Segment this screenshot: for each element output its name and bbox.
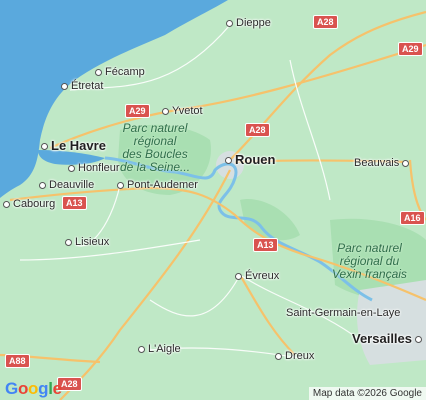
city-label-versailles[interactable]: Versailles [352, 331, 425, 346]
city-dot [41, 143, 48, 151]
city-name: Yvetot [172, 105, 203, 117]
park-label-line: de la Seine... [120, 160, 191, 174]
city-dot [68, 164, 75, 172]
city-label-honfleur[interactable]: Honfleur [65, 162, 120, 174]
city-label-deauville[interactable]: Deauville [36, 179, 94, 191]
city-name: Fécamp [105, 66, 145, 78]
city-dot [95, 68, 102, 76]
city-dot [226, 19, 233, 27]
park-label-vexin[interactable]: Parc naturel régional du Vexin français [332, 242, 407, 281]
city-label-dreux[interactable]: Dreux [272, 350, 314, 362]
park-label-boucles-seine[interactable]: Parc naturel régional des Boucles de la … [120, 122, 190, 174]
city-dot [117, 181, 124, 189]
city-label-le-havre[interactable]: Le Havre [38, 138, 106, 153]
city-name: Le Havre [51, 138, 106, 153]
road-a28-north [229, 10, 426, 161]
city-dot [3, 200, 10, 208]
road-shield-a29: A29 [125, 104, 150, 118]
city-dot [61, 82, 68, 90]
city-name: Dieppe [236, 17, 271, 29]
road-shield-a28: A28 [313, 15, 338, 29]
city-label-lisieux[interactable]: Lisieux [62, 236, 109, 248]
city-dot [225, 157, 232, 165]
city-label-cabourg[interactable]: Cabourg [0, 198, 55, 210]
city-label-yvetot[interactable]: Yvetot [159, 105, 203, 117]
paris-suburbs [357, 280, 426, 365]
google-logo: Google [5, 379, 62, 398]
city-name: Dreux [285, 350, 315, 362]
city-dot [235, 272, 242, 280]
city-name: Évreux [245, 270, 280, 282]
city-name: Beauvais [354, 157, 400, 169]
city-name: Étretat [71, 80, 104, 92]
city-name: Lisieux [75, 236, 110, 248]
city-label-etretat[interactable]: Étretat [58, 80, 103, 92]
city-name: Rouen [235, 152, 276, 167]
map-canvas[interactable]: Parc naturel régional des Boucles de la … [0, 0, 426, 400]
city-label-pont-audemer[interactable]: Pont-Audemer [114, 179, 198, 191]
city-dot [65, 238, 72, 246]
road-shield-a29: A29 [398, 42, 423, 56]
city-name: Pont-Audemer [127, 179, 198, 191]
city-name: Honfleur [78, 162, 120, 174]
minor-road [149, 274, 241, 317]
city-name: Cabourg [13, 198, 56, 210]
road-shield-a13: A13 [253, 238, 278, 252]
city-label-evreux[interactable]: Évreux [232, 270, 279, 282]
city-name: L'Aigle [148, 343, 181, 355]
city-label-beauvais[interactable]: Beauvais [354, 157, 412, 169]
city-name: Saint-Germain-en-Laye [286, 307, 401, 319]
city-dot [162, 107, 169, 115]
park-label-line: Vexin français [332, 267, 407, 281]
road-shield-a13: A13 [62, 196, 87, 210]
road-shield-a88: A88 [5, 354, 30, 368]
city-dot [39, 181, 46, 189]
map-attribution[interactable]: Map data ©2026 Google [308, 387, 426, 400]
city-name: Versailles [352, 331, 412, 346]
road-shield-a16: A16 [400, 211, 425, 225]
city-label-rouen[interactable]: Rouen [222, 152, 275, 167]
city-dot [415, 336, 422, 344]
city-dot [138, 345, 145, 353]
road-shield-a28: A28 [245, 123, 270, 137]
minor-road [19, 239, 201, 261]
city-label-saint-germain[interactable]: Saint-Germain-en-Laye [286, 307, 400, 319]
city-name: Deauville [49, 179, 95, 191]
city-label-dieppe[interactable]: Dieppe [223, 17, 271, 29]
city-label-fecamp[interactable]: Fécamp [92, 66, 145, 78]
city-label-laigle[interactable]: L'Aigle [135, 343, 181, 355]
city-dot [275, 352, 282, 360]
city-dot [402, 159, 410, 167]
